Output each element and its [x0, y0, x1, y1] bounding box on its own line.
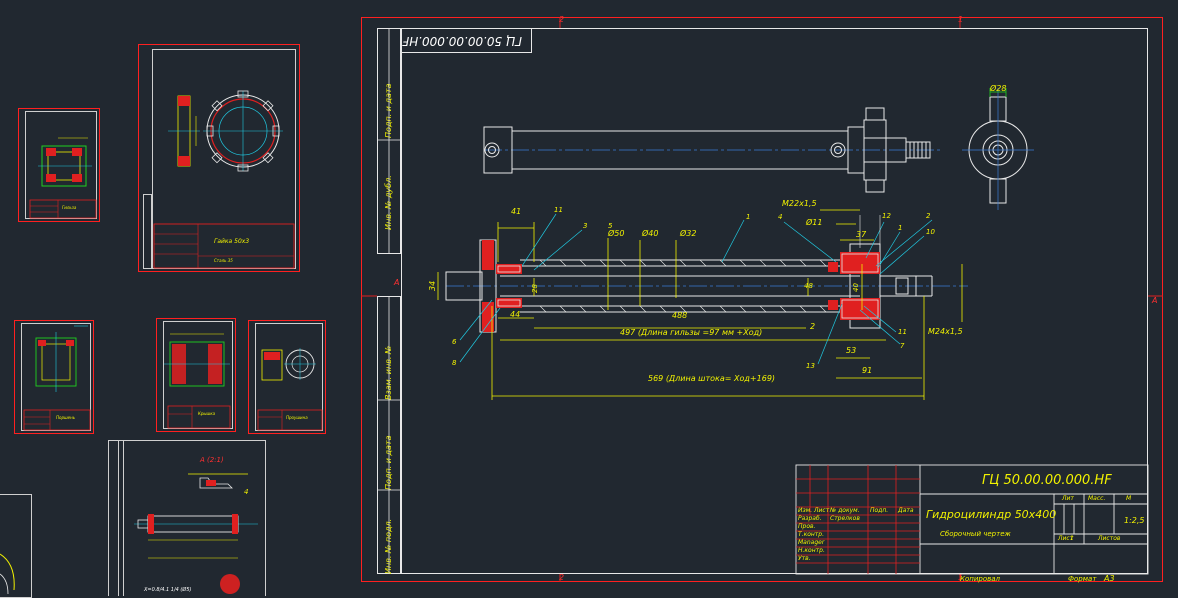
- dim-37: 37: [856, 230, 867, 239]
- dim-11-bottom: 11: [898, 328, 907, 336]
- drawing-code: ГЦ 50.00.00.000.HF: [982, 473, 1112, 488]
- dim-phi11: Ø11: [806, 218, 823, 227]
- dim-40: 40: [852, 283, 860, 292]
- dim-phi50: Ø50: [608, 229, 625, 238]
- tb-row-approved: Утв.: [798, 555, 811, 562]
- scale-label: М: [1126, 495, 1132, 502]
- scale-value: 1:2,5: [1124, 516, 1145, 525]
- tb-row-header-docno: № докум.: [830, 507, 860, 514]
- tb-row-header: Изм. Лист: [798, 507, 830, 514]
- dim-3: 3: [583, 222, 588, 230]
- dim-28: 28: [531, 284, 539, 293]
- drawing-name: Гидроцилиндр 50x400: [926, 508, 1057, 521]
- sheet-number: 1: [1070, 535, 1074, 542]
- dim-6: 6: [452, 338, 457, 346]
- sheets-label: Листов: [1098, 535, 1121, 542]
- format-label: Формат: [1068, 575, 1097, 583]
- tb-row-header-sign: Подп.: [870, 507, 889, 514]
- end-view: [962, 88, 1034, 210]
- dim-m22: M22x1,5: [782, 199, 817, 208]
- dim-11: 11: [554, 206, 563, 214]
- dim-phi40: Ø40: [642, 229, 659, 238]
- dim-53: 53: [846, 346, 857, 355]
- dim-m24: M24x1,5: [928, 327, 963, 336]
- tb-row-developer: Разраб.: [798, 515, 822, 522]
- tb-row-tcontrol: Т.контр.: [798, 531, 825, 538]
- dim-569: 569 (Длина штока= Ход+169): [648, 374, 776, 383]
- dim-7: 7: [900, 342, 905, 350]
- mass-label: Масс.: [1088, 495, 1106, 502]
- tb-row-manager: Manager: [798, 539, 825, 546]
- top-view: [483, 107, 940, 193]
- dim-10: 10: [926, 228, 935, 236]
- dim-12: 12: [882, 212, 891, 220]
- dim-497: 497 (Длина гильзы =97 мм +Ход): [620, 328, 763, 337]
- dim-1-right: 1: [898, 224, 903, 232]
- dim-13: 13: [806, 362, 815, 370]
- copied-label: Копировал: [960, 575, 1000, 583]
- format-value: А3: [1104, 574, 1115, 583]
- dim-phi28: Ø28: [990, 84, 1007, 93]
- dim-41: 41: [511, 207, 522, 216]
- tb-developer-name: Стрелков: [830, 515, 860, 522]
- drawing-doc-type: Сборочный чертеж: [940, 530, 1011, 538]
- dim-2-top: 2: [926, 212, 931, 220]
- tb-row-checked: Пров.: [798, 523, 816, 530]
- dim-44: 44: [510, 310, 521, 319]
- dim-2-bottom: 2: [810, 322, 816, 331]
- dim-34: 34: [428, 280, 437, 291]
- dim-91: 91: [862, 366, 873, 375]
- tb-row-ncontrol: Н.контр.: [798, 547, 825, 554]
- dim-8: 8: [452, 359, 457, 367]
- dim-488: 488: [672, 311, 688, 320]
- dim-phi32: Ø32: [680, 229, 697, 238]
- dim-4: 4: [778, 213, 783, 221]
- dim-48: 48: [804, 282, 813, 290]
- dim-1-top: 1: [746, 213, 751, 221]
- lit-label: Лит: [1062, 495, 1074, 502]
- tb-row-header-date: Дата: [898, 507, 914, 514]
